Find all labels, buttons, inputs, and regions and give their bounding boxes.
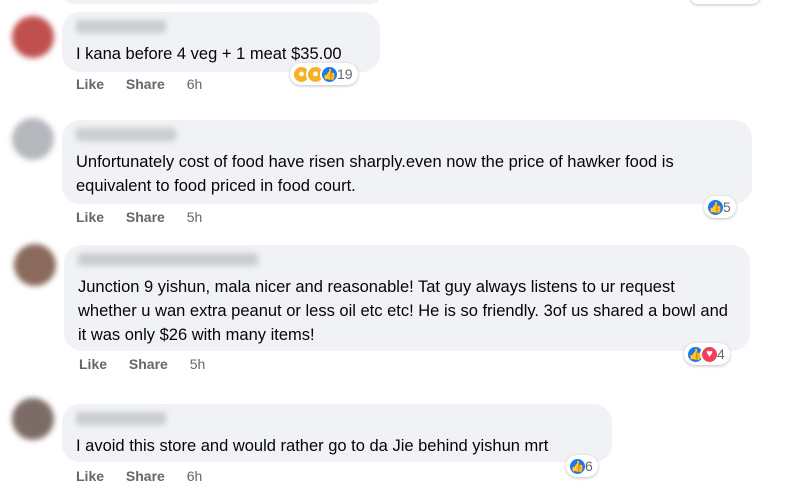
- like-button[interactable]: Like: [76, 209, 104, 225]
- like-button[interactable]: Like: [79, 356, 107, 372]
- avatar[interactable]: [12, 118, 54, 160]
- reactions-summary[interactable]: 👍 6: [566, 455, 598, 477]
- reaction-count: 19: [337, 66, 353, 82]
- timestamp[interactable]: 6h: [187, 468, 203, 484]
- comment-actions: Like Share 5h: [79, 356, 223, 372]
- reactions-summary[interactable]: 👍 ♥ 4: [684, 343, 730, 365]
- comment-actions: Like Share 6h: [76, 468, 220, 484]
- author-name-redacted[interactable]: [76, 412, 166, 425]
- comment-text: Junction 9 yishun, mala nicer and reason…: [78, 278, 728, 344]
- reactions-summary[interactable]: ● ● 👍 19: [290, 63, 358, 85]
- comment-actions: Like Share 5h: [76, 209, 220, 225]
- timestamp[interactable]: 5h: [190, 356, 206, 372]
- avatar[interactable]: [12, 16, 54, 58]
- author-name-redacted[interactable]: [76, 20, 166, 33]
- reactions-summary[interactable]: 👍 5: [704, 196, 736, 218]
- author-name-redacted[interactable]: [78, 253, 258, 266]
- like-button[interactable]: Like: [76, 76, 104, 92]
- timestamp[interactable]: 6h: [187, 76, 203, 92]
- previous-comment-bubble: [62, 0, 382, 4]
- comment-actions: Like Share 6h: [76, 76, 220, 92]
- reaction-count: 6: [585, 458, 593, 474]
- reaction-count: 4: [717, 346, 725, 362]
- share-button[interactable]: Share: [126, 76, 165, 92]
- like-button[interactable]: Like: [76, 468, 104, 484]
- comment-bubble: Junction 9 yishun, mala nicer and reason…: [64, 245, 750, 351]
- comment-bubble: I avoid this store and would rather go t…: [62, 404, 612, 462]
- author-name-redacted[interactable]: [76, 128, 176, 141]
- comment-text: Unfortunately cost of food have risen sh…: [76, 153, 674, 195]
- share-button[interactable]: Share: [129, 356, 168, 372]
- reaction-count: 5: [723, 199, 731, 215]
- share-button[interactable]: Share: [126, 468, 165, 484]
- comment-text: I avoid this store and would rather go t…: [76, 437, 549, 455]
- timestamp[interactable]: 5h: [187, 209, 203, 225]
- share-button[interactable]: Share: [126, 209, 165, 225]
- comment-bubble: Unfortunately cost of food have risen sh…: [62, 120, 752, 204]
- previous-reactions: [690, 0, 760, 4]
- avatar[interactable]: [14, 244, 56, 286]
- avatar[interactable]: [12, 398, 54, 440]
